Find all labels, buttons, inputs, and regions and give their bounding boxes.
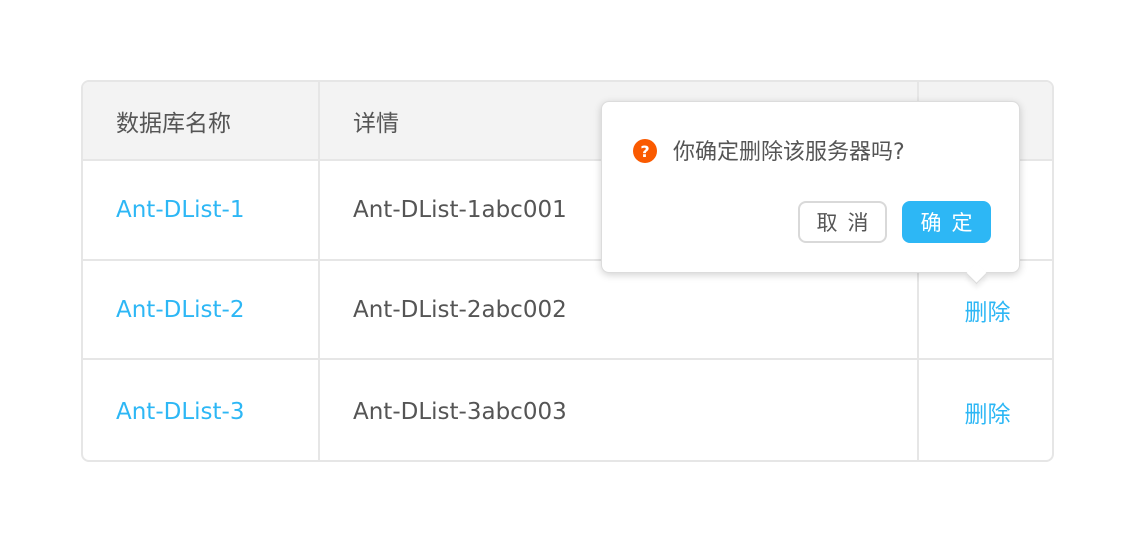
confirm-button[interactable]: 确定 <box>902 201 991 243</box>
detail-text: Ant-DList-2abc002 <box>353 296 567 323</box>
name-cell: Ant-DList-2 <box>83 261 320 358</box>
delete-link[interactable]: 删除 <box>965 293 1011 327</box>
name-link[interactable]: Ant-DList-3 <box>116 399 244 425</box>
action-cell: 删除 <box>919 261 1052 358</box>
detail-text: Ant-DList-1abc001 <box>353 197 567 223</box>
delete-link[interactable]: 删除 <box>965 395 1011 429</box>
name-link[interactable]: Ant-DList-2 <box>116 297 244 323</box>
question-icon: ? <box>633 139 657 163</box>
cancel-button[interactable]: 取消 <box>798 201 887 243</box>
page: 数据库名称 详情 Ant-DList-1 Ant-DList-1abc001 A… <box>0 0 1136 544</box>
detail-cell: Ant-DList-3abc003 <box>320 360 919 460</box>
table-row: Ant-DList-3 Ant-DList-3abc003 删除 <box>83 360 1052 460</box>
name-link[interactable]: Ant-DList-1 <box>116 197 244 223</box>
detail-cell: Ant-DList-2abc002 <box>320 261 919 358</box>
action-cell: 删除 <box>919 360 1052 460</box>
name-cell: Ant-DList-1 <box>83 161 320 259</box>
confirm-button-label: 确定 <box>920 211 983 235</box>
delete-confirm-popover: ? 你确定删除该服务器吗? 取消 确定 <box>601 101 1020 285</box>
table-row: Ant-DList-2 Ant-DList-2abc002 删除 <box>83 261 1052 360</box>
column-header-name: 数据库名称 <box>83 82 320 159</box>
detail-text: Ant-DList-3abc003 <box>353 399 567 425</box>
cancel-button-label: 取消 <box>816 211 879 235</box>
name-cell: Ant-DList-3 <box>83 360 320 460</box>
confirm-message: 你确定删除该服务器吗? <box>673 140 905 165</box>
